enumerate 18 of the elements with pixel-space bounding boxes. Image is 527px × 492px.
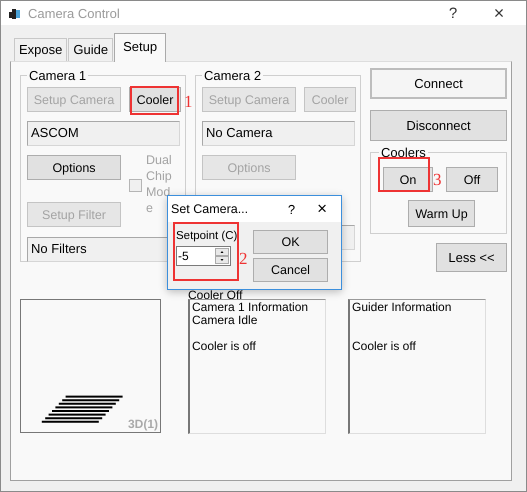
cooler-state-text: Cooler is off: [352, 340, 417, 353]
camera-name-field: No Camera: [202, 121, 355, 146]
group-title: Coolers: [380, 145, 427, 160]
annotation-number: 1: [184, 92, 192, 112]
window-title: Camera Control: [28, 6, 120, 20]
dialog-title: Set Camera...: [171, 202, 248, 216]
annotation-number: 2: [239, 249, 248, 269]
camera-name-field: ASCOM: [27, 121, 180, 146]
annotation-number: 3: [433, 170, 442, 190]
info-text: Camera 1 Information: [192, 301, 310, 314]
preview-label: 3D(1): [128, 417, 158, 431]
group-title: Camera 1: [28, 68, 88, 83]
cooler-state-text: Cooler is off: [192, 340, 257, 353]
cooler-status-text: Cooler Off: [188, 288, 244, 302]
group-title: Camera 2: [203, 68, 262, 83]
info-text: Camera Idle: [192, 314, 258, 327]
checkbox-label: Dual Chip Mode: [146, 152, 172, 216]
info-text: Guider Information: [352, 301, 452, 314]
